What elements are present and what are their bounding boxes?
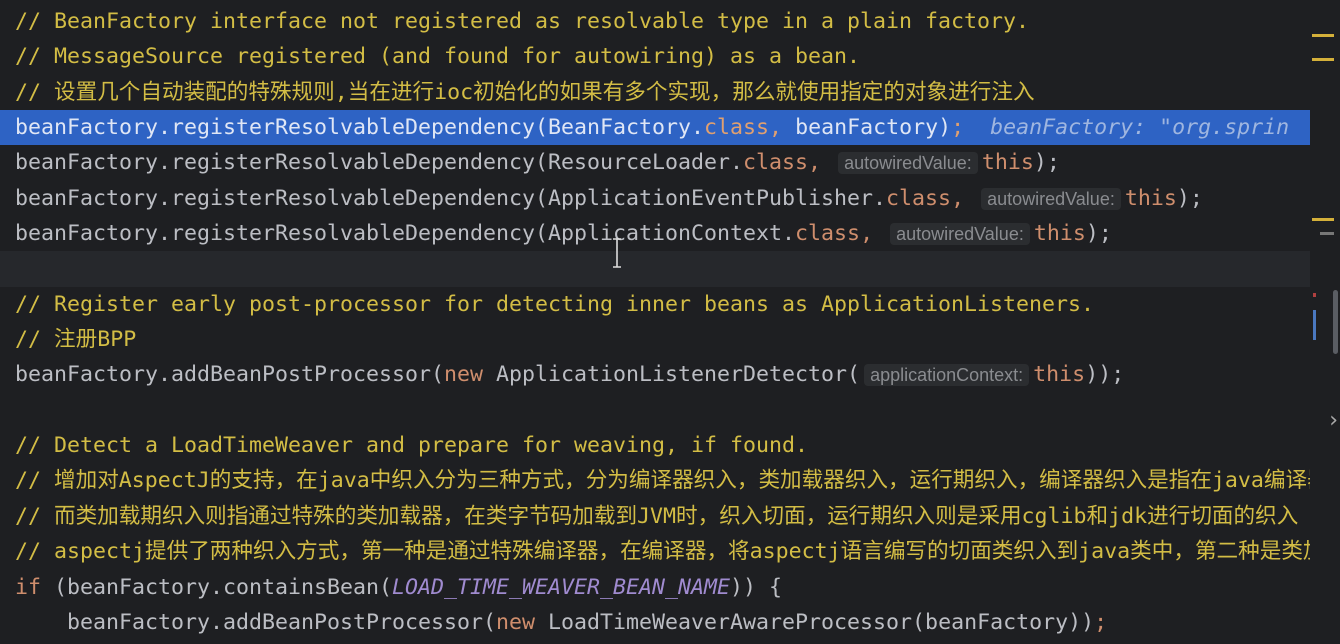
code-token-plain: beanFactory) <box>795 115 952 141</box>
code-line[interactable]: beanFactory.addBeanPostProcessor(new App… <box>0 357 1310 392</box>
code-token-plain: )) { <box>730 574 783 600</box>
code-token-plain: LoadTimeWeaverAwareProcessor(beanFactory… <box>548 609 1095 635</box>
code-token-kw: this <box>1033 362 1086 388</box>
parameter-hint: autowiredValue: <box>890 223 1030 246</box>
code-token-comment: // Detect a LoadTimeWeaver and prepare f… <box>15 433 809 459</box>
code-line[interactable]: // Register early post-processor for det… <box>0 287 1310 322</box>
code-token-plain: ApplicationListenerDetector( <box>496 362 861 388</box>
warning-marker[interactable] <box>1312 58 1334 61</box>
code-token-kw: if <box>15 574 55 600</box>
code-token-plain: beanFactory.addBeanPostProcessor( <box>15 609 497 635</box>
parameter-hint: autowiredValue: <box>981 187 1121 210</box>
vertical-scrollbar[interactable] <box>1333 290 1338 354</box>
code-token-kw: class <box>886 185 952 211</box>
code-line[interactable]: beanFactory.registerResolvableDependency… <box>0 145 1310 180</box>
info-marker[interactable] <box>1320 232 1334 235</box>
code-line[interactable]: beanFactory.registerResolvableDependency… <box>0 216 1310 251</box>
code-token-kw: class <box>795 221 861 247</box>
code-line[interactable]: // MessageSource registered (and found f… <box>0 39 1310 74</box>
error-stripe[interactable]: › <box>1310 0 1340 644</box>
code-token-plain: ); <box>1033 150 1060 176</box>
code-token-comment: // 注册BPP <box>15 327 137 353</box>
code-token-kw: class <box>743 150 809 176</box>
code-token-comment: // BeanFactory interface not registered … <box>15 9 1030 34</box>
code-line[interactable]: // 设置几个自动装配的特殊规则,当在进行ioc初始化的如果有多个实现，那么就使… <box>0 75 1310 110</box>
parameter-hint: autowiredValue: <box>838 152 978 175</box>
code-token-kw: , <box>769 115 796 141</box>
code-token-kw: class <box>704 115 770 141</box>
code-token-kw: , <box>860 221 887 247</box>
code-token-plain: beanFactory.registerResolvableDependency… <box>15 150 744 176</box>
code-line[interactable]: // 增加对AspectJ的支持，在java中织入分为三种方式，分为编译器织入，… <box>0 463 1340 498</box>
code-line[interactable] <box>0 251 1310 287</box>
parameter-hint: applicationContext: <box>864 364 1030 387</box>
chevron-right-icon[interactable]: › <box>1329 408 1338 433</box>
code-token-kw: this <box>981 150 1034 176</box>
code-token-kw: ; <box>1094 609 1108 635</box>
code-editor[interactable]: // BeanFactory interface not registered … <box>0 4 1340 640</box>
code-token-comment: // MessageSource registered (and found f… <box>15 44 861 70</box>
code-token-plain: ); <box>1176 185 1203 211</box>
change-marker[interactable] <box>1313 310 1316 340</box>
code-token-kw: new <box>444 362 497 388</box>
code-token-plain: beanFactory.registerResolvableDependency… <box>15 185 887 211</box>
code-token-comment: // 而类加载期织入则指通过特殊的类加载器，在类字节码加载到JVM时，织入切面，… <box>15 503 1299 529</box>
code-token-plain: )); <box>1085 362 1125 388</box>
code-token-plain: beanFactory.addBeanPostProcessor( <box>15 362 445 388</box>
code-line[interactable]: if (beanFactory.containsBean(LOAD_TIME_W… <box>0 570 1310 605</box>
code-token-plain: ); <box>1085 221 1112 247</box>
code-token-kw: ; <box>951 115 965 141</box>
code-token-comment: // 增加对AspectJ的支持，在java中织入分为三种方式，分为编译器织入，… <box>15 468 1340 494</box>
text-ibeam-icon <box>613 238 621 268</box>
code-token-kw: new <box>496 609 549 635</box>
warning-marker[interactable] <box>1312 218 1334 221</box>
code-line[interactable]: // 注册BPP <box>0 322 1310 357</box>
error-marker[interactable] <box>1313 293 1316 297</box>
code-token-comment: // aspectj提供了两种织入方式，第一种是通过特殊编译器，在编译器，将as… <box>15 539 1340 565</box>
code-line[interactable]: // aspectj提供了两种织入方式，第一种是通过特殊编译器，在编译器，将as… <box>0 534 1340 569</box>
code-token-plain: beanFactory.registerResolvableDependency… <box>15 221 796 247</box>
code-line[interactable] <box>0 393 1310 428</box>
code-line[interactable]: // 而类加载期织入则指通过特殊的类加载器，在类字节码加载到JVM时，织入切面，… <box>0 499 1310 534</box>
code-token-comment: // 设置几个自动装配的特殊规则,当在进行ioc初始化的如果有多个实现，那么就使… <box>15 79 1035 105</box>
debug-value: beanFactory: "org.sprin <box>964 115 1290 141</box>
code-line[interactable]: beanFactory.registerResolvableDependency… <box>0 181 1310 216</box>
code-token-kw: this <box>1124 185 1177 211</box>
code-token-const: LOAD_TIME_WEAVER_BEAN_NAME <box>392 574 731 600</box>
code-token-kw: , <box>951 185 978 211</box>
code-line[interactable]: beanFactory.addBeanPostProcessor(new Loa… <box>0 605 1310 640</box>
code-line[interactable]: // BeanFactory interface not registered … <box>0 4 1310 39</box>
code-token-plain: beanFactory.registerResolvableDependency… <box>15 115 705 141</box>
code-line-selected[interactable]: beanFactory.registerResolvableDependency… <box>0 110 1310 146</box>
code-token-kw: , <box>808 150 835 176</box>
code-token-plain: (beanFactory.containsBean( <box>54 574 393 600</box>
warning-marker[interactable] <box>1312 34 1334 37</box>
code-line[interactable]: // Detect a LoadTimeWeaver and prepare f… <box>0 428 1310 463</box>
code-token-kw: this <box>1033 221 1086 247</box>
code-token-comment: // Register early post-processor for det… <box>15 291 1095 317</box>
